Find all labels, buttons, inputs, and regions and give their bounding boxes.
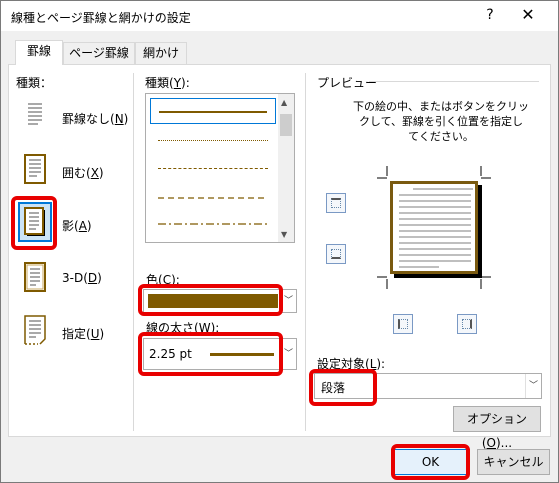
apply-to-value: 段落 xyxy=(321,381,346,395)
setting-shadow-button[interactable] xyxy=(18,202,52,242)
setting-custom-label: 指定(U) xyxy=(62,327,105,341)
style-list-scrollbar[interactable]: ▲ ▼ xyxy=(278,94,294,242)
line-style-dash-dot[interactable] xyxy=(150,212,276,238)
line-style-dotted[interactable] xyxy=(150,128,276,154)
line-style-dashed[interactable] xyxy=(150,186,276,212)
preview-text-line xyxy=(399,206,471,208)
color-label: 色(C): xyxy=(146,273,180,287)
line-style-dashed-fine[interactable] xyxy=(150,156,276,182)
preview-text-line xyxy=(399,218,471,220)
shadow-border-icon xyxy=(24,207,45,236)
preview-text-line xyxy=(399,242,471,244)
line-sample xyxy=(158,223,268,225)
scroll-up-icon[interactable]: ▲ xyxy=(281,98,287,107)
setting-box-button[interactable] xyxy=(18,149,52,189)
close-icon: ✕ xyxy=(521,5,535,24)
chevron-down-icon[interactable]: ﹀ xyxy=(280,290,296,312)
preview-text-line xyxy=(399,266,439,268)
tab-page-border[interactable]: ページ罫線 xyxy=(63,42,135,64)
setting-3d-label: 3-D(D) xyxy=(62,271,102,285)
divider xyxy=(305,73,306,431)
bottom-border-icon xyxy=(331,249,341,259)
preview-text-line xyxy=(399,200,471,202)
window-title: 線種とページ罫線と網かけの設定 xyxy=(11,11,191,25)
chevron-down-icon[interactable]: ﹀ xyxy=(525,374,541,398)
no-border-icon xyxy=(28,103,42,125)
line-sample xyxy=(158,197,268,199)
preview-text-line xyxy=(399,260,471,262)
help-icon: ? xyxy=(486,7,494,23)
setting-none-label: 罫線なし(N) xyxy=(62,112,129,126)
3d-border-icon xyxy=(24,262,46,292)
preview-text-line xyxy=(399,194,471,196)
setting-box-label: 囲む(X) xyxy=(62,166,104,180)
color-swatch xyxy=(148,294,278,308)
setting-none-button[interactable] xyxy=(18,95,52,135)
apply-to-dropdown[interactable]: 段落 ﹀ xyxy=(314,373,542,399)
ok-button[interactable]: OK xyxy=(394,449,467,475)
options-button[interactable]: オプション(O)... xyxy=(453,406,541,450)
preview-heading-rule xyxy=(369,81,539,82)
color-dropdown[interactable]: ﹀ xyxy=(143,289,297,313)
line-sample xyxy=(158,140,268,141)
line-style-list[interactable]: ▲ ▼ xyxy=(145,93,295,243)
bottom-border-button[interactable] xyxy=(326,244,346,264)
borders-and-shading-dialog: 線種とページ罫線と網かけの設定 ? ✕ 罫線 ページ罫線 網かけ 種類： 罫線な… xyxy=(0,0,559,483)
close-button[interactable]: ✕ xyxy=(513,5,543,27)
custom-border-icon xyxy=(24,315,46,345)
tab-shading[interactable]: 網かけ xyxy=(135,42,187,64)
width-label: 線の太さ(W): xyxy=(146,321,220,335)
cancel-button[interactable]: キャンセル xyxy=(477,449,550,475)
apply-to-label: 設定対象(L): xyxy=(317,357,386,371)
preview-text-line xyxy=(399,230,471,232)
line-style-solid[interactable] xyxy=(150,98,276,124)
right-border-icon xyxy=(462,319,472,329)
title-bar: 線種とページ罫線と網かけの設定 ? ✕ xyxy=(1,1,558,31)
right-border-button[interactable] xyxy=(457,314,477,334)
preview-heading: プレビュー xyxy=(317,76,378,90)
setting-heading: 種類： xyxy=(16,76,53,90)
preview-text-line xyxy=(413,188,473,190)
setting-custom-button[interactable] xyxy=(18,310,52,350)
line-width-dropdown[interactable]: 2.25 pt ﹀ xyxy=(143,338,297,370)
tab-borders[interactable]: 罫線 xyxy=(15,40,63,65)
line-width-sample xyxy=(210,353,274,356)
line-sample xyxy=(158,168,268,169)
left-border-button[interactable] xyxy=(393,314,413,334)
scroll-thumb[interactable] xyxy=(280,114,292,136)
preview-text-line xyxy=(399,236,471,238)
preview-text-line xyxy=(399,254,471,256)
tab-label: 罫線 xyxy=(26,44,51,58)
box-border-icon xyxy=(24,154,46,184)
preview-page[interactable] xyxy=(390,181,478,274)
divider xyxy=(133,73,134,431)
left-border-icon xyxy=(398,319,408,329)
chevron-down-icon[interactable]: ﹀ xyxy=(280,339,296,369)
help-button[interactable]: ? xyxy=(475,7,505,27)
line-sample xyxy=(159,111,267,113)
line-width-value: 2.25 pt xyxy=(149,347,192,361)
preview-text-line xyxy=(399,224,471,226)
setting-3d-button[interactable] xyxy=(18,257,52,297)
preview-text-line xyxy=(399,212,471,214)
top-border-button[interactable] xyxy=(326,193,346,213)
preview-instructions: 下の絵の中、またはボタンをクリッ クして、罫線を引く位置を指定し てください。 xyxy=(353,100,529,143)
scroll-down-icon[interactable]: ▼ xyxy=(281,230,287,239)
preview-text-line xyxy=(399,248,471,250)
tab-label: 網かけ xyxy=(142,46,179,60)
style-heading: 種類(Y): xyxy=(145,76,190,90)
tab-label: ページ罫線 xyxy=(69,46,129,60)
top-border-icon xyxy=(331,198,341,208)
setting-shadow-label: 影(A) xyxy=(62,219,92,233)
